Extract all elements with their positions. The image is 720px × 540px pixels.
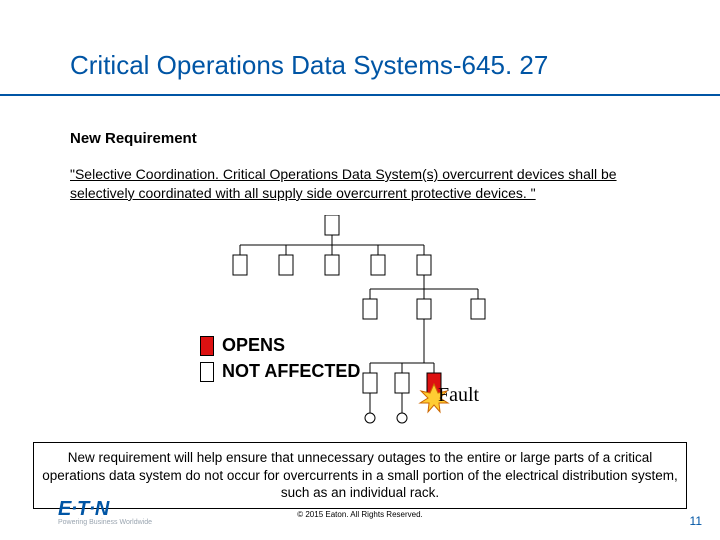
title-rule	[0, 94, 720, 96]
legend-label-opens: OPENS	[222, 336, 285, 356]
slide: Critical Operations Data Systems-645. 27…	[0, 0, 720, 540]
copyright: © 2015 Eaton. All Rights Reserved.	[0, 510, 720, 519]
legend-swatch-opens	[200, 336, 214, 356]
legend-row-not-affected: NOT AFFECTED	[200, 362, 360, 382]
page-number: 11	[690, 514, 702, 528]
page-title: Critical Operations Data Systems-645. 27	[70, 50, 548, 81]
legend-label-not-affected: NOT AFFECTED	[222, 362, 360, 382]
legend-swatch-not-affected	[200, 362, 214, 382]
legend: OPENS NOT AFFECTED	[200, 336, 360, 388]
fault-label: Fault	[438, 384, 479, 407]
requirement-quote: "Selective Coordination. Critical Operat…	[70, 165, 660, 203]
legend-row-opens: OPENS	[200, 336, 360, 356]
brand-tagline: Powering Business Worldwide	[58, 519, 152, 526]
section-heading: New Requirement	[70, 130, 197, 147]
